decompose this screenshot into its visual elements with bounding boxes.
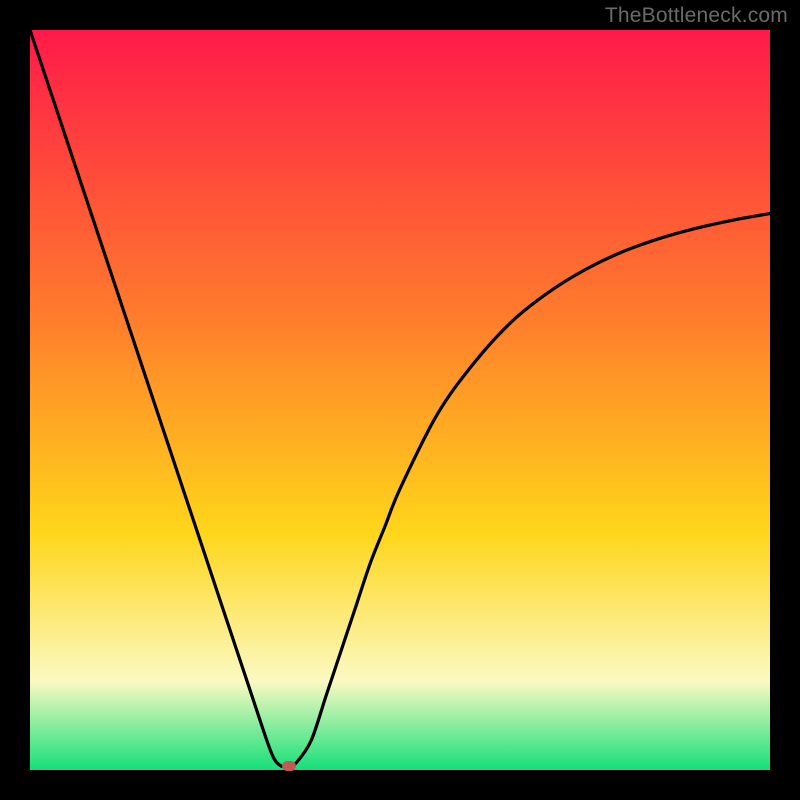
chart-frame: TheBottleneck.com xyxy=(0,0,800,800)
watermark-text: TheBottleneck.com xyxy=(605,4,788,28)
bottleneck-curve xyxy=(30,30,770,770)
optimal-point-marker xyxy=(282,761,296,771)
plot-area xyxy=(30,30,770,770)
